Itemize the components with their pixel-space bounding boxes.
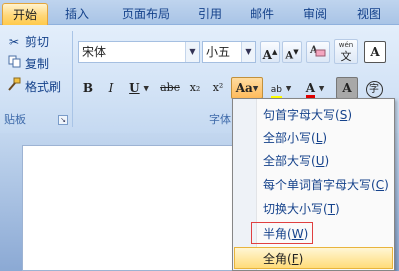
grow-font-icon: A [262, 48, 272, 62]
strikethrough-icon: abc [160, 81, 180, 94]
enclose-characters-icon: 字 [365, 81, 383, 98]
menu-item-label-end: ) [384, 178, 389, 192]
clipboard-group-label: 贴板 [4, 113, 26, 126]
strikethrough-button[interactable]: abc [158, 77, 182, 99]
font-name-combobox[interactable]: 宋体 ▼ [78, 41, 200, 63]
phonetic-guide-button[interactable]: wén 文 [334, 39, 358, 64]
tab-review[interactable]: 审阅 [292, 3, 338, 25]
superscript-button[interactable]: x² [208, 77, 228, 99]
shrink-font-button[interactable]: A▼ [282, 41, 302, 63]
document-page[interactable] [22, 145, 242, 271]
menu-item-lowercase[interactable]: 全部小写(L) [263, 127, 327, 149]
copy-icon [6, 55, 22, 73]
chevron-down-icon[interactable]: ▼ [143, 85, 148, 93]
tab-mailings[interactable]: 邮件 [240, 3, 284, 25]
italic-icon: I [108, 81, 114, 95]
group-separator [72, 31, 73, 127]
character-border-button[interactable]: A [364, 41, 386, 63]
menu-item-label-end: ) [347, 108, 352, 122]
underline-icon: U [129, 81, 140, 95]
chevron-down-icon[interactable]: ▼ [253, 84, 258, 93]
tab-home[interactable]: 开始 [2, 3, 48, 25]
menu-item-label: 每个单词首字母大写( [263, 178, 376, 192]
italic-button[interactable]: I [101, 77, 121, 99]
menu-item-label-end: ) [335, 202, 340, 216]
grow-font-button[interactable]: A▲ [260, 41, 280, 63]
chevron-down-icon[interactable]: ▼ [319, 85, 324, 93]
tab-view[interactable]: 视图 [346, 3, 392, 25]
ribbon-tab-bar: 开始 插入 页面布局 引用 邮件 审阅 视图 [0, 0, 399, 25]
scissors-icon: ✂ [8, 35, 20, 49]
character-shading-button[interactable]: A [336, 77, 358, 99]
menu-item-half-width[interactable]: 半角(W) [251, 222, 313, 244]
copy-label: 复制 [25, 57, 50, 71]
font-color-icon: A [305, 82, 316, 98]
subscript-icon: x₂ [189, 81, 201, 94]
cut-label: 剪切 [25, 35, 50, 49]
tab-page-layout[interactable]: 页面布局 [108, 3, 184, 25]
menu-icon-gutter [233, 99, 257, 270]
menu-item-accelerator: W [291, 227, 304, 241]
menu-item-full-width[interactable]: 全角(F) [234, 247, 393, 269]
menu-item-label: 半角( [263, 227, 292, 241]
format-painter-button[interactable]: 格式刷 [6, 77, 61, 95]
menu-item-label: 全部小写( [263, 131, 316, 145]
enclose-characters-button[interactable]: 字 [362, 77, 386, 99]
change-case-icon: Aa [235, 81, 253, 95]
menu-item-accelerator: T [327, 202, 336, 216]
underline-button[interactable]: U ▼ [124, 77, 154, 99]
phonetic-guide-char: 文 [340, 50, 352, 63]
superscript-icon: x² [212, 81, 224, 94]
highlighter-icon: ab [270, 84, 282, 99]
menu-item-uppercase[interactable]: 全部大写(U) [263, 150, 329, 172]
bold-icon: B [82, 81, 94, 95]
clear-formatting-button[interactable]: A [306, 41, 330, 63]
chevron-down-icon[interactable]: ▼ [286, 85, 291, 93]
menu-item-label: 句首字母大写( [263, 108, 340, 122]
format-painter-label: 格式刷 [25, 80, 62, 94]
menu-item-label: 全部大写( [263, 154, 316, 168]
bold-button[interactable]: B [78, 77, 98, 99]
chevron-down-icon[interactable]: ▼ [185, 42, 199, 62]
text-highlight-button[interactable]: ab ▼ [266, 77, 296, 99]
character-border-icon: A [370, 45, 380, 59]
menu-item-label-end: ) [298, 252, 304, 266]
font-size-value: 小五 [206, 45, 231, 59]
menu-item-label: 全角( [263, 252, 292, 266]
font-size-combobox[interactable]: 小五 ▼ [202, 41, 256, 63]
change-case-button[interactable]: Aa▼ [231, 77, 263, 99]
cut-button[interactable]: ✂ 剪切 [6, 33, 49, 51]
menu-item-label-end: ) [322, 131, 328, 145]
menu-item-toggle-case[interactable]: 切换大小写(T) [263, 198, 340, 220]
menu-item-label: 切换大小写( [263, 202, 328, 216]
font-color-button[interactable]: A ▼ [300, 77, 330, 99]
tab-references[interactable]: 引用 [188, 3, 232, 25]
menu-item-capitalize-each-word[interactable]: 每个单词首字母大写(C) [263, 174, 389, 196]
menu-item-accelerator: F [291, 252, 299, 266]
tab-insert[interactable]: 插入 [55, 3, 99, 25]
menu-item-sentence-case[interactable]: 句首字母大写(S) [263, 104, 352, 126]
change-case-menu: 句首字母大写(S) 全部小写(L) 全部大写(U) 每个单词首字母大写(C) 切… [232, 98, 395, 271]
menu-item-accelerator: C [375, 178, 385, 192]
chevron-down-icon[interactable]: ▼ [241, 42, 255, 62]
clipboard-launcher-icon[interactable]: ↘ [58, 115, 68, 125]
paintbrush-icon [6, 77, 22, 96]
menu-item-label-end: ) [303, 227, 309, 241]
subscript-button[interactable]: x₂ [185, 77, 205, 99]
menu-item-label-end: ) [324, 154, 330, 168]
eraser-icon: A [309, 45, 327, 61]
copy-button[interactable]: 复制 [6, 55, 49, 73]
font-name-value: 宋体 [82, 45, 107, 59]
character-shading-icon: A [342, 81, 352, 95]
